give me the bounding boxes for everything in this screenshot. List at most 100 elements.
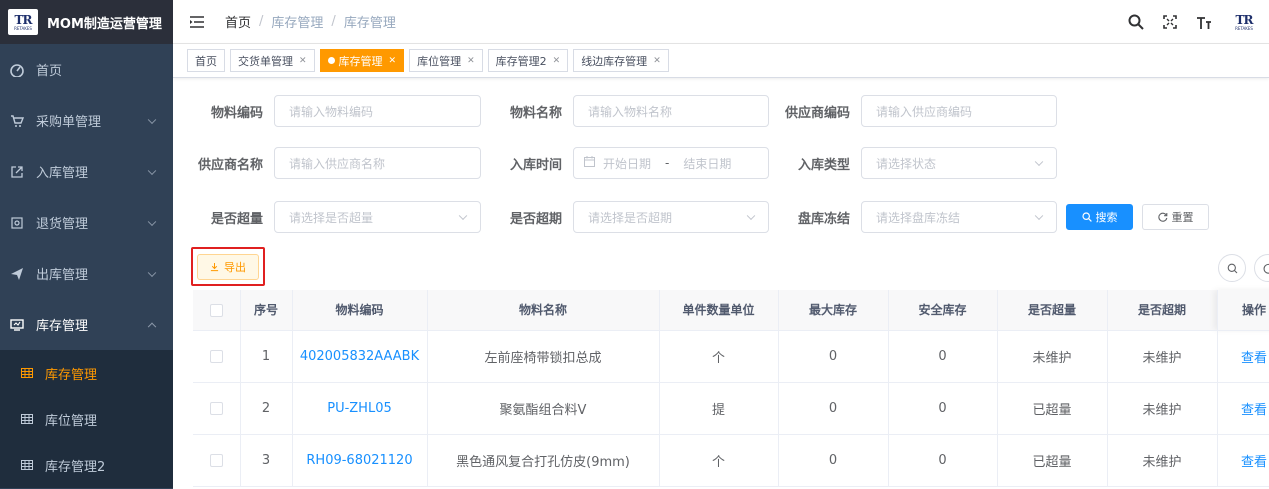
close-icon[interactable]: ✕ bbox=[553, 56, 561, 66]
chevron-down-icon bbox=[746, 211, 756, 221]
logo-text: TR bbox=[14, 12, 33, 27]
avatar[interactable]: TR RETAKES bbox=[1229, 11, 1259, 33]
view-link[interactable]: 查看 bbox=[1217, 434, 1269, 487]
material-code-placeholder: 请输入物料编码 bbox=[289, 104, 374, 119]
table-icon bbox=[20, 458, 34, 472]
table-row: 1 402005832AAABK 左前座椅带锁扣总成 个 0 0 未维护 未维护… bbox=[193, 330, 1269, 383]
font-size-icon[interactable] bbox=[1195, 13, 1213, 31]
query-row-2: 供应商名称 请输入供应商名称 入库时间 开始日期 - 结束日期 入库类型 请选择… bbox=[173, 147, 1057, 179]
external-link-icon bbox=[9, 164, 25, 180]
row-select-cell[interactable] bbox=[193, 382, 241, 435]
over-due-cell: 未维护 bbox=[1107, 434, 1218, 487]
close-icon[interactable]: ✕ bbox=[389, 56, 397, 66]
column-header: 安全库存 bbox=[888, 290, 998, 331]
tag-inventory2[interactable]: 库存管理2 ✕ bbox=[487, 49, 569, 72]
supplier-code-placeholder: 请输入供应商编码 bbox=[876, 104, 973, 119]
sidebar-item-outbound[interactable]: 出库管理 bbox=[0, 248, 173, 299]
search-button[interactable]: 搜索 bbox=[1066, 204, 1133, 230]
tag-inventory[interactable]: 库存管理 ✕ bbox=[319, 49, 405, 72]
column-header: 最大库存 bbox=[778, 290, 889, 331]
row-index: 2 bbox=[240, 382, 293, 435]
safe-stock-cell: 0 bbox=[888, 330, 998, 383]
material-code-link[interactable]: RH09-68021120 bbox=[292, 434, 428, 487]
toggle-search-button[interactable] bbox=[1218, 254, 1246, 282]
export-button[interactable]: 导出 bbox=[197, 254, 259, 280]
monitor-icon bbox=[9, 317, 25, 333]
chevron-down-icon bbox=[147, 217, 157, 226]
table-row: 2 PU-ZHL05 聚氨酯组合料V 提 0 0 已超量 未维护 查看 bbox=[193, 382, 1269, 435]
close-icon[interactable]: ✕ bbox=[653, 56, 661, 66]
start-date-placeholder[interactable]: 开始日期 bbox=[603, 155, 651, 172]
safe-stock-cell: 0 bbox=[888, 434, 998, 487]
inbound-type-placeholder: 请选择状态 bbox=[876, 156, 937, 171]
material-code-input[interactable]: 请输入物料编码 bbox=[274, 95, 481, 127]
sidebar-item-inbound[interactable]: 入库管理 bbox=[0, 146, 173, 197]
sidebar-item-return[interactable]: 退货管理 bbox=[0, 197, 173, 248]
row-select-cell[interactable] bbox=[193, 330, 241, 383]
breadcrumb-separator: / bbox=[331, 14, 336, 29]
sidebar: TR RETAKES MOM制造运营管理 首页 采购单管理 入库管理 退货管理 bbox=[0, 0, 173, 489]
sidebar-subitem-location[interactable]: 库位管理 bbox=[0, 396, 173, 442]
view-link[interactable]: 查看 bbox=[1217, 330, 1269, 383]
search-icon[interactable] bbox=[1127, 13, 1145, 31]
tag-home[interactable]: 首页 bbox=[187, 49, 225, 72]
row-checkbox[interactable] bbox=[209, 453, 223, 467]
breadcrumb-separator: / bbox=[259, 14, 264, 29]
inventory-freeze-select[interactable]: 请选择盘库冻结 bbox=[861, 201, 1057, 233]
range-separator: - bbox=[665, 156, 670, 170]
over-qty-placeholder: 请选择是否超量 bbox=[289, 210, 374, 225]
column-header: 单件数量单位 bbox=[659, 290, 779, 331]
end-date-placeholder[interactable]: 结束日期 bbox=[683, 155, 731, 172]
navbar: 首页 / 库存管理 / 库存管理 TR RETAKES bbox=[173, 0, 1269, 44]
menu-fold-icon[interactable] bbox=[189, 14, 205, 30]
tag-delivery[interactable]: 交货单管理 ✕ bbox=[230, 49, 315, 72]
sidebar-item-inventory[interactable]: 库存管理 bbox=[0, 299, 173, 350]
sidebar-item-label: 库存管理 bbox=[36, 319, 89, 334]
select-all-checkbox[interactable] bbox=[209, 303, 223, 317]
inbound-type-select[interactable]: 请选择状态 bbox=[861, 147, 1057, 179]
sidebar-subitem-inventory[interactable]: 库存管理 bbox=[0, 350, 173, 396]
sidebar-item-label: 首页 bbox=[36, 64, 63, 79]
reset-button[interactable]: 重置 bbox=[1142, 204, 1209, 230]
material-code-link[interactable]: PU-ZHL05 bbox=[292, 382, 428, 435]
sidebar-item-label: 入库管理 bbox=[36, 166, 89, 181]
export-button-label: 导出 bbox=[224, 261, 246, 274]
supplier-name-input[interactable]: 请输入供应商名称 bbox=[274, 147, 481, 179]
fullscreen-icon[interactable] bbox=[1161, 13, 1179, 31]
material-name-input[interactable]: 请输入物料名称 bbox=[573, 95, 769, 127]
tag-label: 库位管理 bbox=[417, 54, 462, 68]
column-header: 是否超量 bbox=[997, 290, 1108, 331]
sidebar-logo[interactable]: TR RETAKES MOM制造运营管理 bbox=[0, 0, 173, 44]
tag-lineside[interactable]: 线边库存管理 ✕ bbox=[573, 49, 669, 72]
refresh-icon bbox=[1263, 263, 1269, 274]
row-checkbox[interactable] bbox=[209, 349, 223, 363]
chevron-down-icon bbox=[147, 166, 157, 175]
table-row: 3 RH09-68021120 黑色通风复合打孔仿皮(9mm) 个 0 0 已超… bbox=[193, 434, 1269, 487]
sidebar-subitem-inventory2[interactable]: 库存管理2 bbox=[0, 442, 173, 488]
breadcrumb-home[interactable]: 首页 bbox=[225, 12, 251, 31]
column-header: 是否超期 bbox=[1107, 290, 1218, 331]
refresh-table-button[interactable] bbox=[1254, 254, 1269, 282]
sidebar-subitem-label: 库存管理2 bbox=[45, 459, 106, 475]
close-icon[interactable]: ✕ bbox=[467, 56, 475, 66]
material-code-link[interactable]: 402005832AAABK bbox=[292, 330, 428, 383]
sidebar-item-purchase[interactable]: 采购单管理 bbox=[0, 95, 173, 146]
sidebar-subitem-label: 库位管理 bbox=[45, 413, 98, 429]
over-due-select[interactable]: 请选择是否超期 bbox=[573, 201, 769, 233]
inventory-table: 序号 物料编码 物料名称 单件数量单位 最大库存 安全库存 是否超量 是否超期 … bbox=[193, 290, 1269, 487]
active-dot-icon bbox=[327, 57, 335, 64]
close-icon[interactable]: ✕ bbox=[299, 56, 307, 66]
supplier-code-input[interactable]: 请输入供应商编码 bbox=[861, 95, 1057, 127]
row-checkbox[interactable] bbox=[209, 401, 223, 415]
chevron-down-icon bbox=[1034, 157, 1044, 167]
row-index: 3 bbox=[240, 434, 293, 487]
query-row-1: 物料编码 请输入物料编码 物料名称 请输入物料名称 供应商编码 请输入供应商编码 bbox=[173, 95, 1057, 127]
view-link[interactable]: 查看 bbox=[1217, 382, 1269, 435]
row-select-cell[interactable] bbox=[193, 434, 241, 487]
select-all-cell[interactable] bbox=[193, 290, 241, 331]
over-qty-select[interactable]: 请选择是否超量 bbox=[274, 201, 481, 233]
tag-location[interactable]: 库位管理 ✕ bbox=[409, 49, 483, 72]
sidebar-item-home[interactable]: 首页 bbox=[0, 44, 173, 95]
inbound-time-range[interactable]: 开始日期 - 结束日期 bbox=[573, 147, 769, 179]
over-qty-cell: 已超量 bbox=[997, 434, 1108, 487]
